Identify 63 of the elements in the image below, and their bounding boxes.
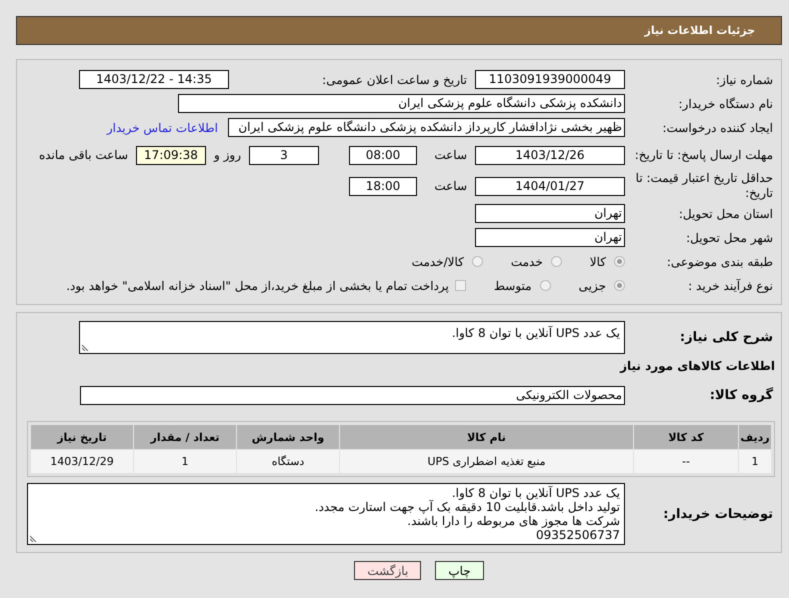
column-header: ردیف — [739, 425, 771, 449]
description-field: یک عدد UPS آنلاین با توان 8 کاوا. — [79, 321, 625, 354]
column-header: تعداد / مقدار — [134, 425, 236, 449]
field-label: شرح کلی نیاز: — [678, 330, 774, 345]
requester-field: ظهیر بخشی نژادافشار کارپرداز دانشکده پزشکی دانشگاه علوم پزشکی ایران — [228, 118, 625, 137]
field-label: مهلت ارسال پاسخ: تا تاریخ: — [634, 148, 774, 162]
table-cell: -- — [634, 450, 738, 473]
remaining-time-field: 17:09:38 — [136, 146, 206, 164]
radio-button[interactable] — [614, 256, 625, 267]
radio-label: کالا/خدمت — [412, 254, 464, 268]
field-label: شماره نیاز: — [715, 72, 774, 86]
table-cell: منبع تغذیه اضطراری UPS — [340, 450, 633, 473]
resize-grip-icon[interactable] — [30, 534, 38, 542]
field-label: گروه کالا: — [708, 388, 774, 403]
field-label: ایجاد کننده درخواست: — [661, 120, 774, 134]
resize-grip-icon[interactable] — [82, 343, 90, 351]
action-button[interactable]: چاپ — [435, 561, 484, 580]
radio-button[interactable] — [550, 256, 562, 267]
field-label: ساعت باقی مانده — [38, 148, 129, 162]
field-label: شهر محل تحویل: — [685, 230, 774, 244]
time-field: 08:00 — [349, 146, 417, 164]
table-cell: 1 — [739, 450, 771, 473]
checkbox[interactable] — [454, 280, 466, 291]
column-header: نام کالا — [340, 425, 633, 449]
action-button[interactable]: بازگشت — [354, 561, 422, 580]
need-number-field: 1103091939000049 — [475, 70, 625, 89]
field-label: نام دستگاه خریدار: — [678, 96, 774, 110]
buyer-contact-link[interactable]: اطلاعات تماس خریدار — [106, 120, 228, 134]
date-field: 1403/12/26 — [475, 146, 625, 164]
announce-date-field: 1403/12/22 - 14:35 — [79, 70, 229, 89]
radio-label: متوسط — [494, 278, 532, 292]
radio-label: خدمت — [510, 254, 543, 268]
buyer-notes-field: یک عدد UPS آنلاین با توان 8 کاوا. تولید داخل باشد.قابلیت 10 دقیقه بک آپ جهت استارت مجدد. شرکت ها مجوز های مربوطه را دارا باشند. 09352506737 — [27, 483, 625, 545]
goods-group-field: محصولات الکترونیکی — [80, 386, 625, 405]
city-field: تهران — [475, 228, 625, 247]
field-label: طبقه بندی موضوعی: — [666, 254, 774, 268]
field-label: روز و — [212, 148, 242, 162]
date-field: 1404/01/27 — [475, 176, 625, 196]
table-cell: دستگاه — [237, 450, 339, 473]
field-label: حداقل تاریخ اعتبار قیمت: تا تاریخ: — [634, 171, 774, 201]
section-title: اطلاعات کالاهای مورد نیاز — [620, 359, 775, 373]
field-label: ساعت — [433, 148, 468, 162]
radio-label: جزیی — [578, 278, 606, 292]
time-field: 18:00 — [349, 176, 417, 196]
radio-button[interactable] — [540, 280, 551, 291]
field-label: ساعت — [433, 179, 468, 193]
table-cell: 1403/12/29 — [31, 450, 133, 473]
radio-button[interactable] — [472, 256, 483, 267]
page-title: جزئیات اطلاعات نیاز — [644, 24, 755, 37]
column-header: تاریخ نیاز — [31, 425, 133, 449]
column-header: کد کالا — [634, 425, 738, 449]
field-label: تاریخ و ساعت اعلان عمومی: — [321, 72, 468, 86]
radio-button[interactable] — [614, 280, 625, 291]
checkbox-label: پرداخت تمام یا بخشی از مبلغ خرید،از محل "اسناد خزانه اسلامی" خواهد بود. — [66, 278, 449, 292]
field-label: توضیحات خریدار: — [662, 506, 774, 522]
buyer-org-field: دانشکده پزشکی دانشگاه علوم پزشکی ایران — [178, 94, 625, 113]
province-field: تهران — [475, 204, 625, 223]
field-label: استان محل تحویل: — [678, 206, 774, 220]
column-header: واحد شمارش — [237, 425, 339, 449]
days-field: 3 — [249, 146, 319, 164]
table-cell: 1 — [134, 450, 236, 473]
field-label: نوع فرآیند خرید : — [687, 278, 774, 292]
radio-label: کالا — [590, 254, 606, 268]
